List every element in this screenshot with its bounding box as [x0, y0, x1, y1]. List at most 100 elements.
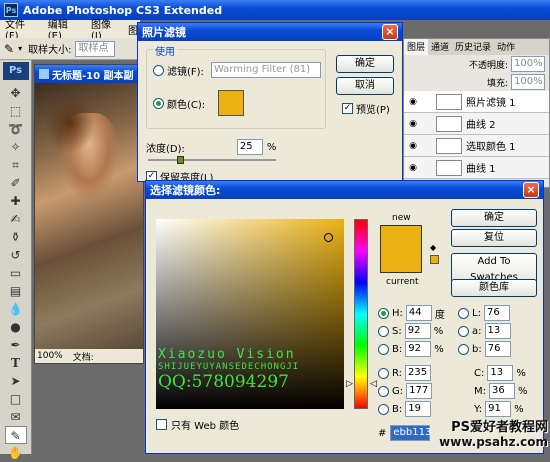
density-input[interactable]: 25 [236, 139, 263, 155]
color-field-cursor[interactable] [324, 233, 333, 242]
healing-brush-icon[interactable]: ✚ [5, 192, 27, 210]
tool-preset-arrow-icon[interactable]: ▾ [18, 44, 22, 53]
red-input[interactable]: 235 [405, 365, 432, 381]
saturation-radio[interactable] [378, 325, 389, 337]
saturation-input[interactable]: 92 [404, 323, 431, 339]
notes-icon[interactable]: ✉ [5, 408, 27, 426]
layer-row[interactable]: ◉ 照片滤镜 1 [404, 91, 549, 113]
close-icon[interactable]: × [523, 182, 539, 198]
hue-slider-arrow-right-icon[interactable]: ◁ [370, 379, 377, 389]
web-safe-cube-icon[interactable]: ◆ [430, 243, 436, 252]
density-slider[interactable] [148, 156, 276, 164]
color-libraries-button[interactable]: 颜色库 [451, 279, 537, 297]
blur-icon[interactable]: 💧 [5, 300, 27, 318]
eyedropper-tool-icon[interactable]: ✎ [4, 426, 27, 444]
magenta-input[interactable]: 36 [489, 383, 515, 399]
color-field[interactable]: Xiaozuo Vision SHIJUEYUYANSEDECHONGJI QQ… [156, 219, 344, 409]
lab-b-radio[interactable] [458, 343, 469, 355]
saturation-unit: % [433, 325, 444, 337]
green-input[interactable]: 177 [406, 383, 433, 399]
shape-tool-icon[interactable]: □ [5, 390, 27, 408]
photo-filter-cancel-button[interactable]: 取消 [336, 77, 394, 95]
layer-name: 曲线 2 [466, 120, 496, 131]
lab-a-input[interactable]: 13 [484, 323, 511, 339]
marquee-tool-icon[interactable]: ⬚ [5, 102, 27, 120]
hex-input[interactable]: ebb113 [390, 425, 431, 441]
crop-tool-icon[interactable]: ⌗ [5, 156, 27, 174]
type-tool-icon[interactable]: T [5, 354, 27, 372]
hand-tool-icon[interactable]: ✋ [5, 444, 27, 462]
tab-layers[interactable]: 图层 [404, 39, 429, 55]
green-radio[interactable] [378, 385, 389, 397]
lab-b-input[interactable]: 76 [484, 341, 511, 357]
web-only-checkbox[interactable] [156, 419, 167, 430]
preview-checkbox[interactable]: ✓ [342, 103, 353, 114]
brightness-radio[interactable] [378, 343, 389, 355]
pen-tool-icon[interactable]: ✒ [5, 336, 27, 354]
layers-tabs: 图层 通道 历史记录 动作 [404, 39, 549, 55]
hue-input[interactable]: 44 [405, 305, 432, 321]
hue-slider-arrow-icon[interactable]: ▷ [346, 379, 353, 389]
gamut-warning-icon[interactable] [430, 255, 439, 264]
document-canvas[interactable] [35, 83, 143, 349]
brush-tool-icon[interactable]: ✍ [5, 210, 27, 228]
document-title-bar[interactable]: 无标题-10 副本副 [35, 65, 143, 83]
hue-radio[interactable] [378, 307, 389, 319]
preview-label: 预览(P) [356, 105, 390, 116]
cyan-input[interactable]: 13 [487, 365, 514, 381]
eye-icon[interactable]: ◉ [404, 119, 422, 129]
gradient-icon[interactable]: ▤ [5, 282, 27, 300]
tab-channels[interactable]: 通道 [428, 39, 452, 55]
eye-icon[interactable]: ◉ [404, 163, 422, 173]
eye-icon[interactable]: ◉ [404, 141, 422, 151]
history-brush-icon[interactable]: ↺ [5, 246, 27, 264]
close-icon[interactable]: × [382, 24, 398, 40]
tab-history[interactable]: 历史记录 [452, 39, 494, 55]
lab-l-radio[interactable] [458, 307, 469, 319]
eye-icon[interactable]: ◉ [404, 97, 422, 107]
hue-slider[interactable] [354, 219, 368, 409]
picker-ok-button[interactable]: 确定 [451, 209, 537, 227]
brightness-input[interactable]: 92 [405, 341, 432, 357]
sample-size-select[interactable]: 取样点 [75, 40, 116, 57]
filter-select[interactable]: Warming Filter (81) [210, 62, 321, 78]
color-picker-title-bar[interactable]: 选择滤镜颜色: × [146, 181, 543, 199]
lasso-tool-icon[interactable]: ➰ [5, 120, 27, 138]
fill-input[interactable]: 100% [511, 74, 545, 90]
fill-row: 填充: 100% [404, 73, 549, 91]
magic-wand-icon[interactable]: ✧ [5, 138, 27, 156]
yellow-input[interactable]: 91 [485, 401, 512, 417]
red-radio[interactable] [378, 367, 389, 379]
photo-filter-title-bar[interactable]: 照片滤镜 × [138, 23, 402, 41]
move-tool-icon[interactable]: ✥ [5, 84, 27, 102]
color-radio[interactable] [153, 97, 164, 109]
site-watermark-url: www.psahz.com [439, 435, 548, 449]
blue-input[interactable]: 19 [405, 401, 432, 417]
layer-name: 照片滤镜 1 [466, 98, 516, 109]
current-color-swatch[interactable] [380, 249, 422, 273]
filter-radio[interactable] [153, 64, 164, 76]
filter-label: 滤镜(F): [167, 66, 204, 78]
density-slider-thumb[interactable] [177, 156, 184, 164]
layer-row[interactable]: ◉ 曲线 2 [404, 113, 549, 135]
clone-stamp-icon[interactable]: ⚱ [5, 228, 27, 246]
path-select-icon[interactable]: ➤ [5, 372, 27, 390]
layer-row[interactable]: ◉ 曲线 1 [404, 157, 549, 179]
fill-label: 填充: [486, 78, 508, 89]
lab-a-radio[interactable] [458, 325, 469, 337]
eyedropper-icon[interactable]: ✎ [4, 42, 14, 56]
filter-color-swatch[interactable] [218, 90, 245, 116]
photo-filter-ok-button[interactable]: 确定 [336, 55, 394, 73]
slice-tool-icon[interactable]: ✐ [5, 174, 27, 192]
tab-actions[interactable]: 动作 [494, 39, 518, 55]
lab-l-input[interactable]: 76 [483, 305, 510, 321]
eraser-icon[interactable]: ▭ [5, 264, 27, 282]
opacity-input[interactable]: 100% [511, 56, 545, 72]
dodge-icon[interactable]: ● [5, 318, 27, 336]
layer-row[interactable]: ◉ 选取颜色 1 [404, 135, 549, 157]
doc-size-label: 文档: [72, 352, 94, 363]
picker-reset-button[interactable]: 复位 [451, 229, 537, 247]
blue-radio[interactable] [378, 403, 389, 415]
zoom-level[interactable]: 100% [37, 351, 63, 361]
layer-thumbnail [436, 159, 462, 176]
